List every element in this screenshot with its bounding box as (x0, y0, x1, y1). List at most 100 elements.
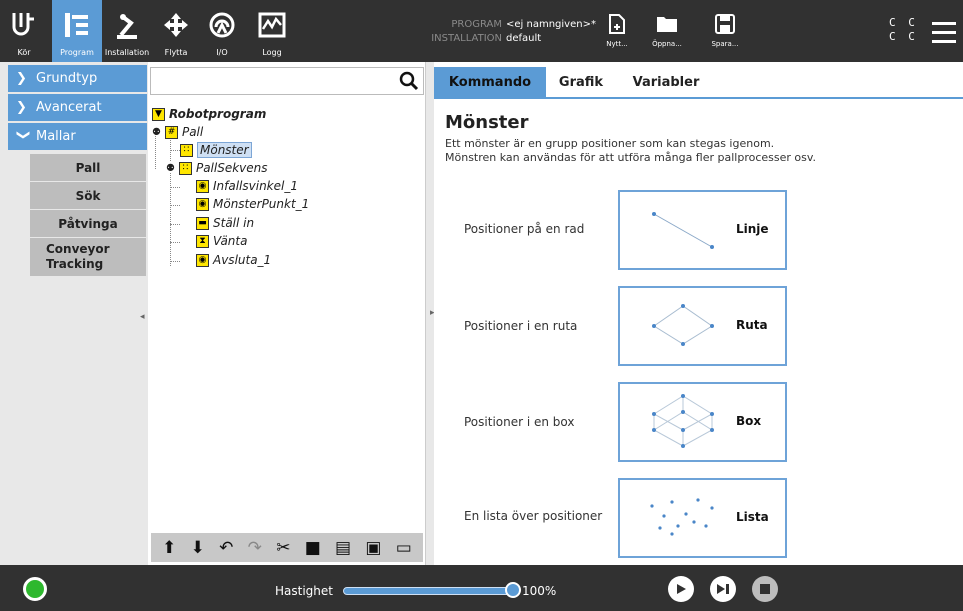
tree-node-label: Robotprogram (169, 107, 267, 121)
menu-sub-patvinga[interactable]: Påtvinga (30, 210, 146, 237)
tree-node-avsluta[interactable]: ◉ Avsluta_1 (196, 252, 271, 268)
square-pattern-icon (652, 304, 714, 346)
installation-key: INSTALLATION (431, 33, 502, 44)
nav-installation[interactable]: Installation (104, 0, 150, 62)
nav-io[interactable]: I/O (200, 0, 244, 62)
tree-node-monster[interactable]: ∷ Mönster (180, 142, 252, 158)
menu-grundtyp-label: Grundtyp (36, 71, 98, 86)
menu-mallar[interactable]: ❯ Mallar (8, 123, 147, 150)
play-button[interactable] (668, 576, 694, 602)
status-indicators: C C C C (889, 16, 918, 44)
delete-icon[interactable]: ▣ (365, 538, 381, 558)
chevron-right-icon: ❯ (16, 100, 27, 115)
menu-sub-conveyor[interactable]: Conveyor Tracking (30, 238, 146, 276)
tab-grafik[interactable]: Grafik (546, 67, 616, 97)
power-status-icon[interactable] (23, 577, 47, 601)
paste-icon[interactable]: ▤ (335, 538, 351, 558)
menu-avancerat[interactable]: ❯ Avancerat (8, 94, 147, 121)
description-line-1: Ett mönster är en grupp positioner som k… (445, 137, 775, 150)
expand-pin-icon[interactable]: ⚉ (152, 127, 161, 138)
tree-node-label: PallSekvens (195, 161, 268, 175)
menu-sub-sok[interactable]: Sök (30, 182, 146, 209)
wait-icon: ⧗ (196, 234, 209, 248)
menu-sub-pall-label: Pall (75, 160, 101, 175)
nav-run[interactable]: Kör (4, 0, 44, 62)
nav-log-label: Logg (262, 48, 282, 57)
tree-node-pall[interactable]: ⚉ # Pall (152, 124, 203, 140)
save-file-button[interactable]: Spara... (700, 14, 750, 48)
menu-sub-patvinga-label: Påtvinga (58, 216, 118, 231)
tree-node-robotprogram[interactable]: ▼ Robotprogram (152, 106, 266, 122)
tree-node-monsterpunkt[interactable]: ◉ MönsterPunkt_1 (196, 196, 309, 212)
line-pattern-icon (652, 212, 714, 249)
pattern-list-button[interactable]: Lista (618, 478, 787, 558)
page-title: Mönster (445, 112, 529, 133)
tree-node-infallsvinkel[interactable]: ◉ Infallsvinkel_1 (196, 178, 298, 194)
cut-icon[interactable]: ✂ (276, 538, 290, 558)
copy-icon[interactable]: ■ (305, 538, 321, 558)
collapse-handle-icon[interactable]: ◂ (140, 312, 145, 322)
step-icon (717, 584, 729, 594)
pattern-icon: ∷ (180, 143, 193, 157)
tree-node-label: Infallsvinkel_1 (213, 179, 298, 193)
expand-pin-icon[interactable]: ⚉ (166, 163, 175, 174)
left-menu: ❯ Grundtyp ❯ Avancerat ❯ Mallar Pall Sök… (0, 62, 147, 565)
menu-sub-sok-label: Sök (75, 188, 101, 203)
collapse-icon[interactable]: ▼ (152, 107, 165, 121)
chevron-down-icon: ❯ (15, 129, 31, 141)
status-line-2: C C (889, 30, 918, 43)
stop-button[interactable] (752, 576, 778, 602)
pattern-name-square: Ruta (736, 318, 768, 332)
pattern-line-button[interactable]: Linje (618, 190, 787, 270)
menu-sub-conveyor-label: Conveyor Tracking (46, 242, 110, 271)
pattern-name-list: Lista (736, 510, 769, 524)
tree-node-label: MönsterPunkt_1 (213, 197, 310, 211)
speed-value: 100% (522, 584, 557, 598)
tree-node-label: Mönster (197, 142, 252, 158)
speed-slider[interactable] (343, 587, 513, 595)
program-key: PROGRAM (451, 19, 502, 30)
new-file-label: Nytt... (606, 40, 628, 48)
open-file-button[interactable]: Öppna... (642, 14, 692, 48)
nav-installation-label: Installation (104, 48, 150, 57)
tree-node-label: Avsluta_1 (213, 253, 272, 267)
step-button[interactable] (710, 576, 736, 602)
log-icon (255, 8, 289, 42)
new-file-button[interactable]: Nytt... (592, 14, 642, 48)
menu-grundtyp[interactable]: ❯ Grundtyp (8, 65, 147, 92)
box-pattern-icon (652, 394, 714, 448)
bottom-bar: Hastighet 100% (0, 565, 963, 611)
save-file-label: Spara... (711, 40, 739, 48)
pattern-square-button[interactable]: Ruta (618, 286, 787, 366)
tree-node-stall-in[interactable]: ▬ Ställ in (196, 215, 254, 231)
program-name: <ej namngiven>* (506, 19, 596, 30)
program-icon (60, 8, 94, 42)
move-up-icon[interactable]: ⬆ (162, 538, 176, 558)
undo-icon[interactable]: ↶ (219, 538, 233, 558)
waypoint-icon: ◉ (196, 197, 209, 211)
set-icon: ▬ (196, 216, 209, 230)
pattern-name-line: Linje (736, 222, 769, 236)
move-down-icon[interactable]: ⬇ (191, 538, 205, 558)
top-header: Kör Program Installation Flytta I/O Logg… (0, 0, 963, 62)
tab-variabler[interactable]: Variabler (616, 67, 716, 97)
pattern-label-box: Positioner i en box (464, 415, 575, 429)
nav-program[interactable]: Program (52, 0, 102, 62)
tab-variabler-label: Variabler (632, 74, 700, 90)
tree-node-vanta[interactable]: ⧗ Vänta (196, 233, 247, 249)
play-icon (677, 584, 686, 594)
hamburger-menu-icon[interactable] (932, 22, 956, 49)
menu-sub-pall[interactable]: Pall (30, 154, 146, 181)
pattern-label-square: Positioner i en ruta (464, 319, 578, 333)
pattern-box-button[interactable]: Box (618, 382, 787, 462)
nav-log[interactable]: Logg (250, 0, 294, 62)
tab-kommando[interactable]: Kommando (434, 67, 546, 97)
menu-avancerat-label: Avancerat (36, 100, 102, 115)
tree-node-pallsekvens[interactable]: ⚉ ∷ PallSekvens (166, 160, 268, 176)
redo-icon[interactable]: ↷ (248, 538, 262, 558)
search-icon[interactable] (399, 71, 419, 95)
speed-slider-handle[interactable] (505, 582, 521, 598)
suppress-icon[interactable]: ▭ (396, 538, 412, 558)
nav-move[interactable]: Flytta (156, 0, 196, 62)
search-input[interactable] (150, 67, 424, 95)
